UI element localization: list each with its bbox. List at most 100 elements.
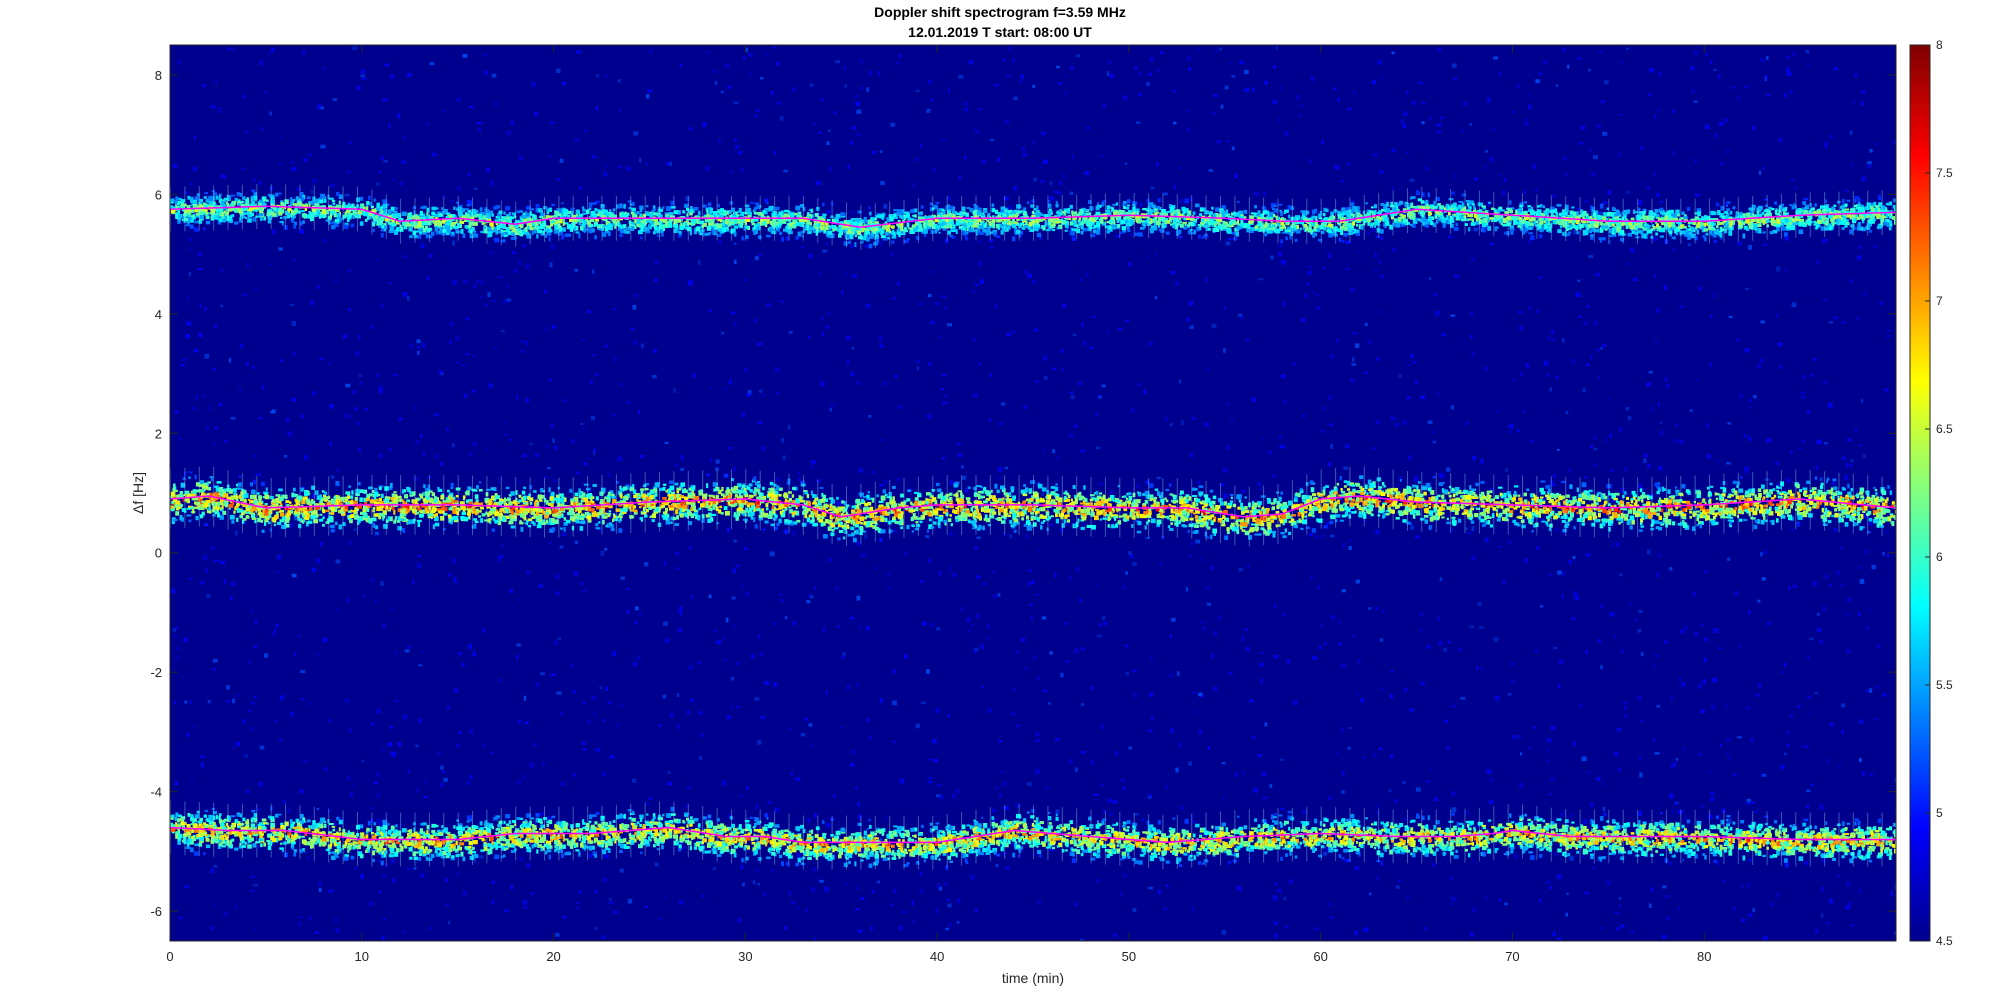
noise-speckle bbox=[1734, 591, 1739, 596]
noise-speckle bbox=[957, 453, 963, 457]
noise-speckle bbox=[814, 813, 817, 818]
noise-speckle bbox=[348, 728, 352, 733]
noise-speckle bbox=[1890, 891, 1893, 896]
noise-speckle bbox=[1340, 179, 1345, 183]
noise-speckle bbox=[1557, 448, 1560, 451]
noise-speckle bbox=[842, 652, 846, 656]
noise-speckle bbox=[737, 918, 741, 923]
noise-speckle bbox=[1041, 616, 1047, 620]
noise-speckle bbox=[330, 183, 335, 187]
noise-speckle bbox=[1680, 629, 1685, 634]
noise-speckle bbox=[556, 68, 561, 73]
noise-speckle bbox=[947, 923, 952, 927]
noise-speckle bbox=[1460, 696, 1466, 700]
noise-speckle bbox=[1241, 771, 1245, 776]
noise-speckle bbox=[732, 568, 736, 573]
band-pixel bbox=[495, 231, 498, 235]
noise-speckle bbox=[1259, 486, 1262, 490]
noise-speckle bbox=[1809, 374, 1814, 377]
band-pixel bbox=[1571, 206, 1575, 209]
noise-speckle bbox=[1757, 364, 1762, 369]
noise-speckle bbox=[1646, 382, 1651, 387]
noise-speckle bbox=[1822, 380, 1828, 385]
noise-speckle bbox=[880, 340, 883, 345]
noise-speckle bbox=[1015, 724, 1020, 727]
noise-speckle bbox=[1618, 897, 1621, 900]
noise-speckle bbox=[1077, 381, 1082, 386]
noise-speckle bbox=[1465, 421, 1468, 426]
noise-speckle bbox=[1328, 255, 1331, 258]
noise-speckle bbox=[1788, 89, 1793, 94]
noise-speckle bbox=[192, 725, 195, 728]
noise-speckle bbox=[1585, 553, 1591, 557]
noise-speckle bbox=[734, 259, 737, 265]
noise-speckle bbox=[254, 287, 258, 291]
noise-speckle bbox=[1761, 577, 1766, 581]
noise-speckle bbox=[1423, 926, 1428, 931]
noise-speckle bbox=[667, 771, 671, 774]
noise-speckle bbox=[1449, 876, 1453, 880]
noise-speckle bbox=[820, 316, 824, 320]
noise-speckle bbox=[1807, 696, 1811, 699]
band-pixel bbox=[1854, 198, 1857, 203]
noise-speckle bbox=[626, 166, 631, 171]
noise-speckle bbox=[992, 594, 998, 599]
noise-speckle bbox=[531, 892, 534, 896]
noise-speckle bbox=[1781, 671, 1784, 674]
band-pixel bbox=[785, 236, 789, 241]
band-pixel bbox=[1603, 201, 1607, 205]
noise-speckle bbox=[559, 545, 564, 549]
noise-speckle bbox=[1245, 338, 1250, 342]
noise-speckle bbox=[1486, 769, 1492, 774]
noise-speckle bbox=[1421, 121, 1425, 125]
noise-speckle bbox=[588, 719, 591, 724]
noise-speckle bbox=[1223, 306, 1226, 310]
noise-speckle bbox=[1025, 534, 1028, 539]
noise-speckle bbox=[532, 743, 537, 747]
noise-speckle bbox=[797, 853, 801, 858]
noise-speckle bbox=[239, 344, 244, 349]
noise-speckle bbox=[893, 888, 897, 894]
noise-speckle bbox=[1700, 623, 1704, 627]
noise-speckle bbox=[304, 199, 309, 202]
noise-speckle bbox=[603, 171, 607, 177]
noise-speckle bbox=[561, 782, 565, 786]
noise-speckle bbox=[1172, 817, 1176, 820]
band-pixel bbox=[1487, 201, 1492, 204]
noise-speckle bbox=[818, 377, 822, 380]
noise-speckle bbox=[1375, 811, 1379, 814]
noise-speckle bbox=[846, 360, 850, 365]
noise-speckle bbox=[1469, 311, 1474, 317]
noise-speckle bbox=[523, 906, 528, 909]
noise-speckle bbox=[251, 875, 255, 878]
noise-speckle bbox=[501, 330, 505, 333]
noise-speckle bbox=[744, 368, 749, 373]
noise-speckle bbox=[1764, 75, 1768, 80]
band-pixel bbox=[906, 222, 910, 228]
noise-speckle bbox=[1186, 56, 1192, 61]
noise-speckle bbox=[391, 178, 395, 181]
noise-speckle bbox=[1323, 641, 1327, 646]
noise-speckle bbox=[677, 724, 681, 729]
noise-speckle bbox=[463, 279, 468, 284]
band-pixel bbox=[1051, 228, 1056, 232]
noise-speckle bbox=[1013, 96, 1018, 101]
noise-speckle bbox=[1397, 483, 1400, 487]
noise-speckle bbox=[851, 347, 854, 350]
noise-speckle bbox=[1586, 305, 1590, 308]
noise-speckle bbox=[931, 739, 937, 744]
noise-speckle bbox=[1543, 59, 1548, 64]
noise-speckle bbox=[879, 698, 883, 703]
noise-speckle bbox=[1369, 892, 1372, 896]
noise-speckle bbox=[374, 600, 378, 603]
noise-speckle bbox=[1355, 579, 1360, 584]
noise-speckle bbox=[1454, 275, 1460, 278]
noise-speckle bbox=[1433, 797, 1439, 802]
noise-speckle bbox=[987, 624, 990, 629]
noise-speckle bbox=[753, 114, 759, 118]
noise-speckle bbox=[371, 577, 375, 583]
noise-speckle bbox=[1029, 603, 1034, 607]
noise-speckle bbox=[1712, 677, 1717, 683]
noise-speckle bbox=[750, 654, 755, 659]
noise-speckle bbox=[815, 180, 821, 185]
